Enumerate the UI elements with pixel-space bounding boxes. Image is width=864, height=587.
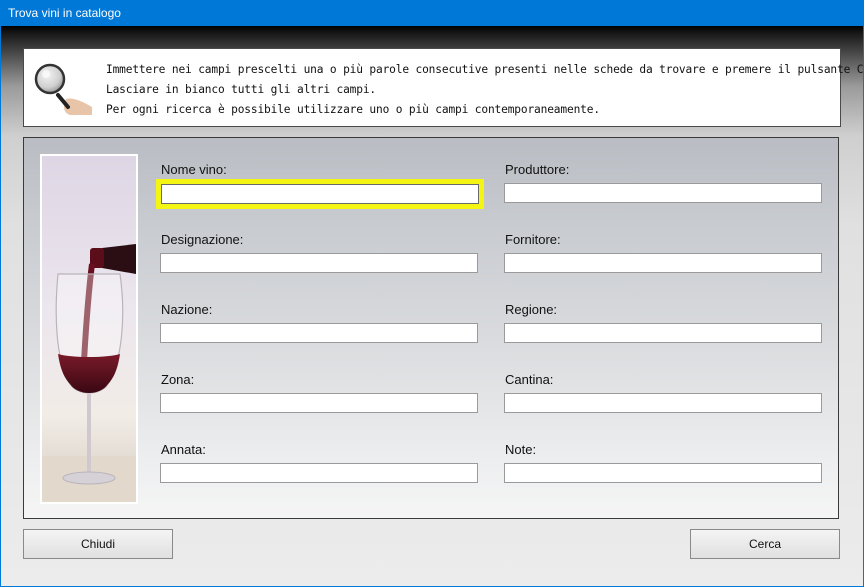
designazione-input[interactable] (160, 253, 478, 273)
regione-input[interactable] (504, 323, 822, 343)
regione-label: Regione: (505, 302, 558, 317)
instructions-line-2: Lasciare in bianco tutti gli altri campi… (106, 83, 377, 96)
annata-input[interactable] (160, 463, 478, 483)
magnifier-icon (34, 63, 92, 115)
instructions-line-3: Per ogni ricerca è possibile utilizzare … (106, 103, 600, 116)
nome-vino-label: Nome vino: (161, 162, 227, 177)
note-label: Note: (505, 442, 537, 457)
window-title: Trova vini in catalogo (8, 6, 121, 20)
annata-label: Annata: (161, 442, 206, 457)
fornitore-label: Fornitore: (505, 232, 561, 247)
nazione-label: Nazione: (161, 302, 213, 317)
cantina-input[interactable] (504, 393, 822, 413)
instructions-text: Immettere nei campi prescelti una o più … (106, 60, 864, 120)
zona-label: Zona: (161, 372, 195, 387)
designazione-label: Designazione: (161, 232, 244, 247)
cantina-label: Cantina: (505, 372, 554, 387)
close-button[interactable]: Chiudi (23, 529, 173, 559)
search-button[interactable]: Cerca (690, 529, 840, 559)
produttore-input[interactable] (504, 183, 822, 203)
fornitore-input[interactable] (504, 253, 822, 273)
produttore-label: Produttore: (505, 162, 570, 177)
note-input[interactable] (504, 463, 822, 483)
dialog-client-area: Immettere nei campi prescelti una o più … (1, 26, 864, 586)
nome-vino-input[interactable] (161, 184, 479, 204)
wine-glass-image (40, 154, 138, 504)
title-bar[interactable]: Trova vini in catalogo (0, 0, 864, 26)
instructions-box: Immettere nei campi prescelti una o più … (23, 48, 864, 127)
instructions-line-1: Immettere nei campi prescelti una o più … (106, 63, 864, 76)
search-fields-panel: Nome vino: Produttore: Designazione: For… (23, 137, 839, 519)
nazione-input[interactable] (160, 323, 478, 343)
zona-input[interactable] (160, 393, 478, 413)
